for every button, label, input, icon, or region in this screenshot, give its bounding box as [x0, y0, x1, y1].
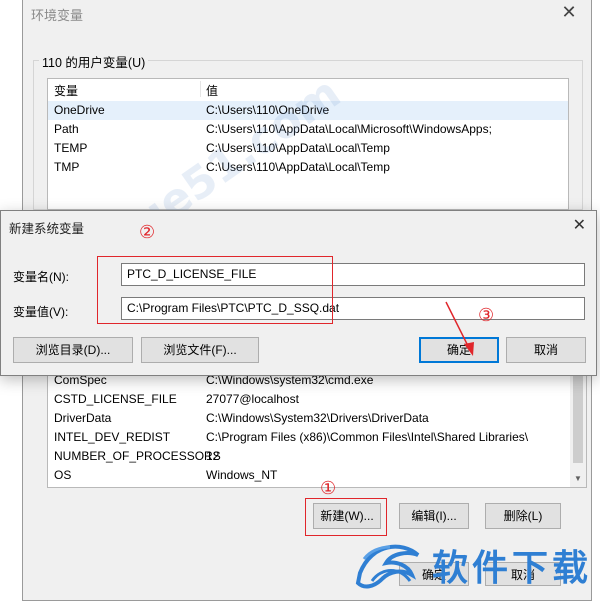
system-list-scrollbar[interactable]: ▼ [570, 361, 586, 487]
column-header-variable[interactable]: 变量 [54, 82, 78, 99]
column-header-value[interactable]: 值 [206, 82, 218, 99]
window-title: 环境变量 [31, 8, 84, 23]
annotation-step-2: ② [139, 222, 156, 243]
table-row[interactable]: TEMP C:\Users\110\AppData\Local\Temp [48, 139, 568, 158]
delete-variable-button[interactable]: 删除(L) [485, 503, 561, 529]
browse-file-button[interactable]: 浏览文件(F)... [141, 337, 259, 363]
table-row[interactable]: CSTD_LICENSE_FILE 27077@localhost [48, 390, 586, 409]
browse-directory-button[interactable]: 浏览目录(D)... [13, 337, 133, 363]
table-row[interactable]: DriverData C:\Windows\System32\Drivers\D… [48, 409, 586, 428]
close-icon[interactable]: ✕ [559, 2, 579, 22]
annotation-box-fields [97, 256, 333, 324]
site-watermark-logo: 软件下载 [352, 533, 592, 597]
dialog-title: 新建系统变量 [9, 222, 85, 236]
annotation-box-new [305, 498, 387, 536]
annotation-step-1: ① [320, 478, 337, 499]
variable-value-label: 变量值(V): [13, 305, 69, 319]
edit-variable-button[interactable]: 编辑(I)... [399, 503, 469, 529]
table-row[interactable]: TMP C:\Users\110\AppData\Local\Temp [48, 158, 568, 177]
scroll-down-arrow-icon[interactable]: ▼ [570, 471, 586, 487]
table-row[interactable]: NUMBER_OF_PROCESSORS 12 [48, 447, 586, 466]
table-row[interactable]: INTEL_DEV_REDIST C:\Program Files (x86)\… [48, 428, 586, 447]
close-icon[interactable]: ✕ [573, 215, 586, 235]
watermark-logo-text: 软件下载 [431, 548, 592, 589]
table-row[interactable]: OS Windows_NT [48, 466, 586, 485]
annotation-arrow-icon [445, 301, 474, 356]
dragon-logo-icon [355, 544, 420, 589]
scrollbar-thumb[interactable] [573, 375, 583, 463]
column-divider[interactable] [200, 81, 201, 97]
variable-name-label: 变量名(N): [13, 270, 69, 284]
annotation-step-3: ③ [478, 305, 495, 326]
system-variables-list[interactable]: ComSpec C:\Windows\system32\cmd.exe CSTD… [47, 360, 587, 488]
dialog-cancel-button[interactable]: 取消 [506, 337, 586, 363]
user-variables-label: 110 的用户变量(U) [39, 52, 149, 71]
